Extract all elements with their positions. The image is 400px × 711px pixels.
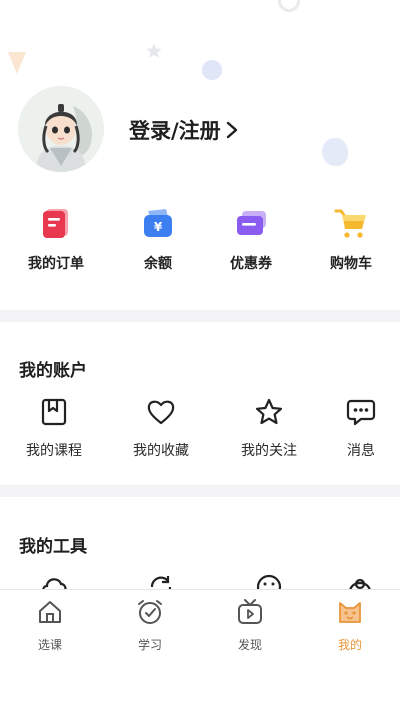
tab-label: 我的 [337,638,362,652]
decoration-triangle [8,52,26,74]
my-follows-label: 我的关注 [241,443,297,459]
my-favorites-item[interactable]: 我的收藏 [116,397,206,460]
tab-label: 选课 [37,638,62,652]
headset-icon[interactable] [345,572,375,590]
quick-action-cart[interactable]: 购物车 [306,205,396,273]
tab-label: 发现 [237,638,262,652]
refresh-icon[interactable] [146,572,176,590]
message-icon [346,399,376,426]
cart-icon [334,209,366,238]
login-register-link[interactable]: 登录/注册 [129,115,239,145]
messages-item[interactable]: 消息 [316,397,400,460]
quick-action-label: 余额 [144,256,172,272]
decoration-blob [322,138,348,166]
cat-face-icon [339,602,361,623]
svg-text:¥: ¥ [154,220,163,234]
decoration-blob [202,60,222,80]
tab-study[interactable]: 学习 [100,598,200,653]
tv-play-icon [238,599,262,624]
quick-action-label: 优惠券 [230,256,272,272]
tab-label: 学习 [137,638,162,652]
quick-action-balance[interactable]: ¥ 余额 [113,205,203,273]
quick-action-label: 购物车 [330,256,372,272]
chevron-right-icon [226,121,237,139]
bottom-tab-bar: 选课 学习 发现 我的 [0,589,400,659]
quick-action-orders[interactable]: 我的订单 [11,205,101,273]
tab-discover[interactable]: 发现 [200,598,300,653]
coupon-icon [237,211,266,235]
home-icon [39,601,61,623]
heart-icon [147,400,175,425]
section-divider [0,485,400,497]
my-courses-label: 我的课程 [26,443,82,459]
my-follows-item[interactable]: 我的关注 [224,397,314,460]
star-icon [255,398,283,425]
tools-row [0,570,400,590]
tools-section-title: 我的工具 [19,537,87,557]
bookmark-book-icon [41,398,67,426]
account-section-title: 我的账户 [19,361,87,381]
login-register-label: 登录/注册 [129,119,221,143]
quick-action-coupons[interactable]: 优惠券 [206,205,296,273]
profile-header: 登录/注册 我的订单 ¥ 余额 优惠券 购物车 [0,0,400,300]
my-favorites-label: 我的收藏 [133,443,189,459]
messages-label: 消息 [347,443,375,459]
avatar-image [18,86,104,172]
tab-mine[interactable]: 我的 [300,598,400,653]
section-divider [0,310,400,322]
decoration-arc [278,0,300,12]
decoration-star-icon [146,43,162,58]
avatar[interactable] [18,86,104,172]
wallet-icon: ¥ [144,209,172,237]
tab-courses[interactable]: 选课 [0,598,100,653]
order-icon [43,209,68,238]
alarm-clock-icon [138,600,162,624]
smile-icon[interactable] [254,572,284,590]
quick-action-label: 我的订单 [28,256,84,272]
my-courses-item[interactable]: 我的课程 [9,397,99,460]
cloud-icon[interactable] [39,572,69,590]
quick-actions: 我的订单 ¥ 余额 优惠券 购物车 [0,205,400,275]
bottom-safe-area [0,660,400,711]
